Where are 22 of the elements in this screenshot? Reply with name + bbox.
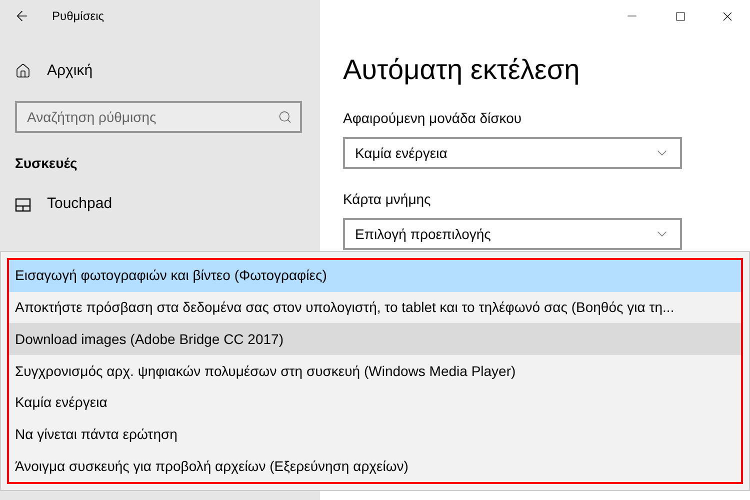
search-icon[interactable]: [278, 110, 292, 124]
menu-item[interactable]: Download images (Adobe Bridge CC 2017): [9, 323, 741, 356]
maximize-icon[interactable]: [674, 10, 686, 22]
menu-item[interactable]: Καμία ενέργεια: [9, 386, 741, 419]
sidebar-item[interactable]: Touchpad: [0, 182, 320, 228]
back-icon[interactable]: [14, 8, 30, 24]
menu-item[interactable]: Εισαγωγή φωτογραφιών και βίντεο (Φωτογραφίες): [9, 260, 741, 292]
search-field[interactable]: Αναζήτηση ρύθμισης: [15, 100, 302, 132]
page-title: Αυτόματη εκτέλεση: [343, 53, 581, 87]
menu-item[interactable]: Άνοιγμα συσκευής για προβολή αρχείων (Εξερεύνηση αρχείων): [9, 450, 741, 482]
touchpad-icon: [15, 198, 31, 212]
setting-label: Αφαιρούμενη μονάδα δίσκου: [343, 109, 523, 128]
setting-label: Κάρτα μνήμης: [343, 190, 432, 209]
menu-item[interactable]: Να γίνεται πάντα ερώτηση: [9, 418, 741, 450]
menu-item[interactable]: Αποκτήστε πρόσβαση στα δεδομένα σας στον υπολογιστή, το tablet και το τηλέφωνό σας (Βοηθός για τη...: [9, 292, 741, 324]
menu-item[interactable]: Συγχρονισμός αρχ. ψηφιακών πολυμέσων στη συσκευή (Windows Media Player): [9, 355, 741, 387]
home-link[interactable]: Αρχική: [47, 60, 93, 82]
dropdown[interactable]: Καμία ενέργεια: [343, 137, 682, 169]
section-heading: Συσκευές: [14, 154, 78, 173]
dropdown[interactable]: Επιλογή προεπιλογής: [343, 218, 682, 250]
window-title: Ρυθμίσεις: [52, 8, 104, 25]
home-icon: [15, 63, 31, 80]
